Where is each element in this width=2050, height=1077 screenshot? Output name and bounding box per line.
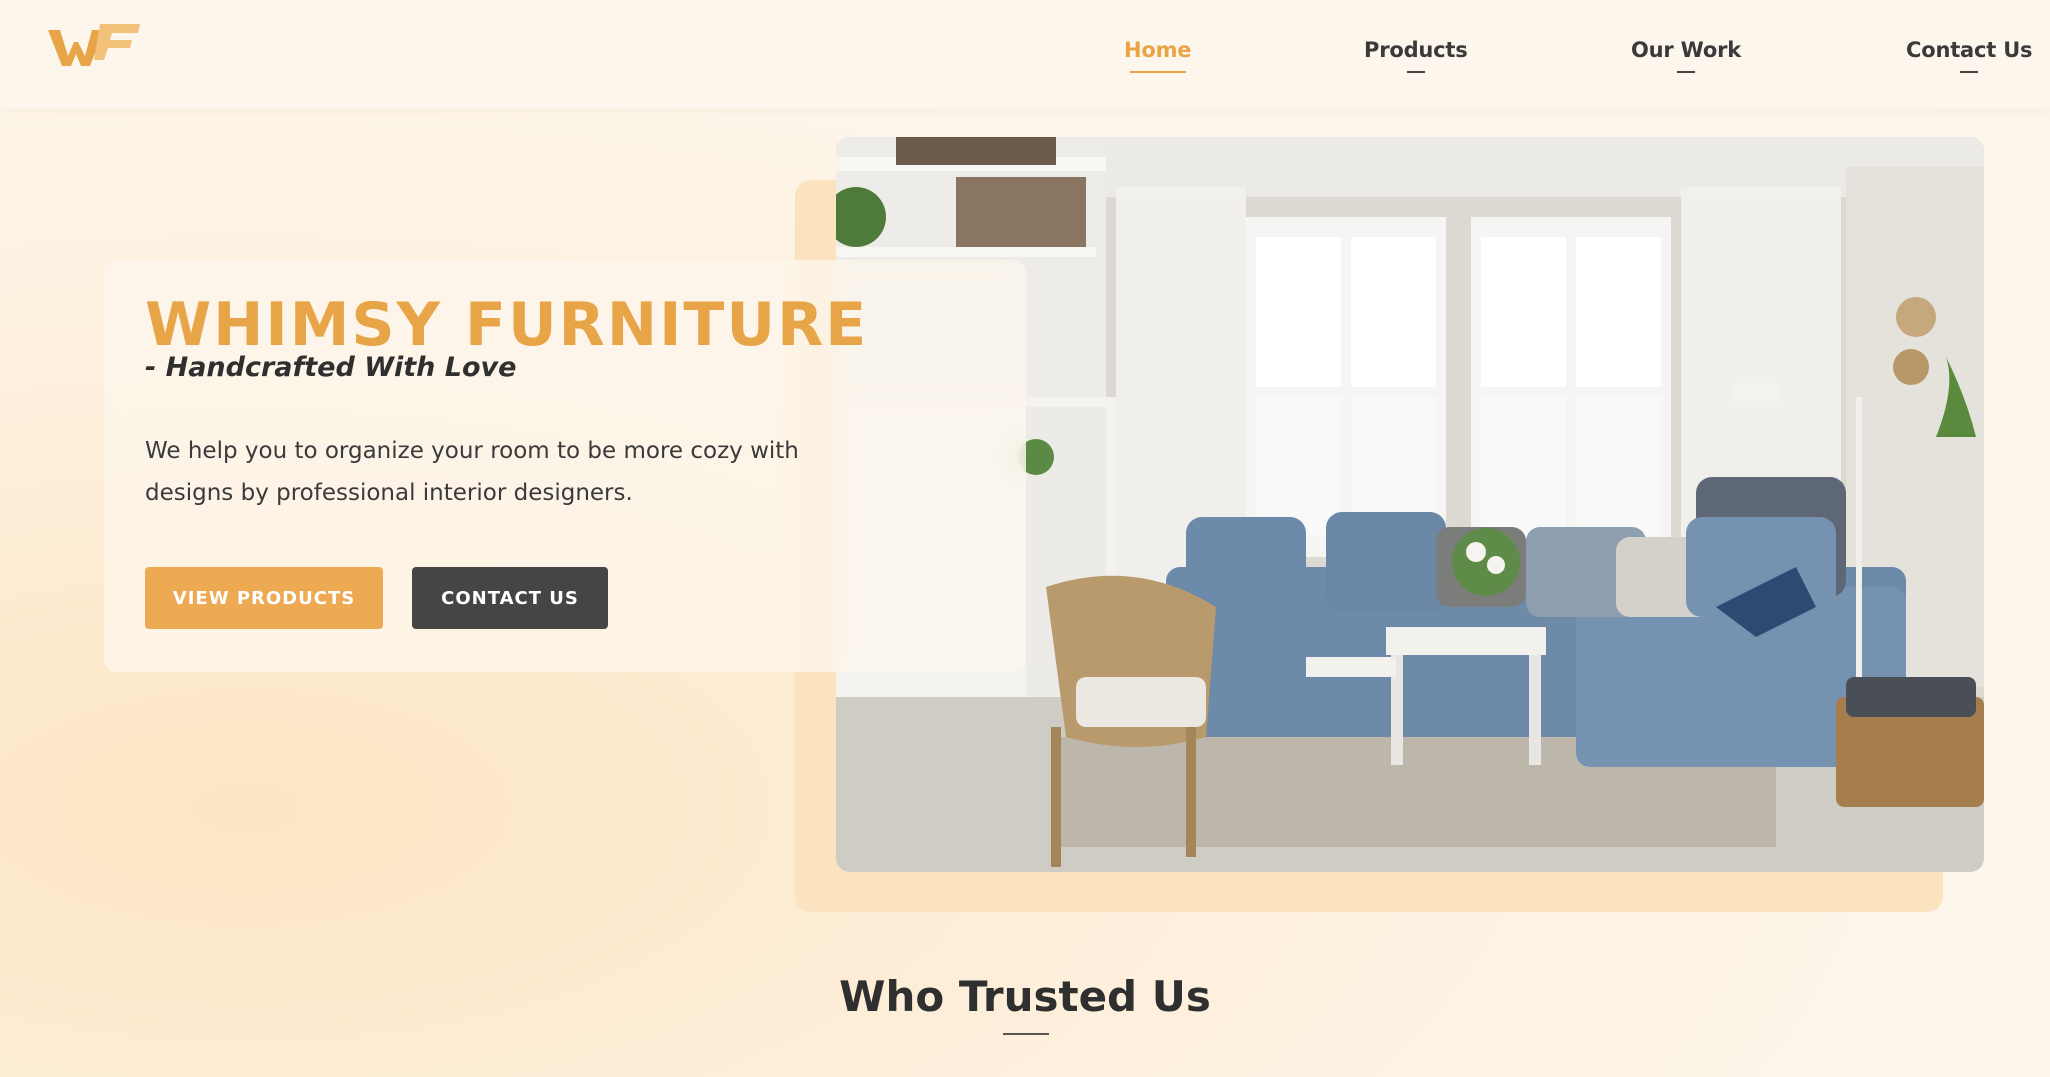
hero-subtitle: - Handcrafted With Love (145, 352, 517, 383)
section-title-underline (1003, 1033, 1049, 1035)
nav-products-link[interactable]: Products (1364, 38, 1468, 73)
navbar: Home Products Our Work Contact Us (0, 0, 2050, 109)
brand-logo[interactable] (48, 22, 140, 72)
hero-title: WHIMSY FURNITURE (145, 290, 869, 360)
nav-contact-link[interactable]: Contact Us (1906, 38, 2033, 73)
nav-home-label: Home (1124, 38, 1192, 62)
contact-us-button[interactable]: CONTACT US (412, 567, 608, 629)
nav-our-work-underline (1677, 71, 1696, 73)
nav-our-work-label: Our Work (1631, 38, 1742, 62)
nav-contact-underline (1960, 71, 1979, 73)
nav-products-label: Products (1364, 38, 1468, 62)
nav-products-underline (1406, 71, 1425, 73)
logo-icon (48, 24, 140, 66)
nav-home-underline (1129, 71, 1186, 73)
nav-home-link[interactable]: Home (1124, 38, 1192, 73)
view-products-button[interactable]: VIEW PRODUCTS (145, 567, 383, 629)
nav-our-work-link[interactable]: Our Work (1631, 38, 1742, 73)
hero-description: We help you to organize your room to be … (145, 438, 799, 506)
nav-contact-label: Contact Us (1906, 38, 2033, 62)
section-title: Who Trusted Us (839, 972, 1211, 1021)
